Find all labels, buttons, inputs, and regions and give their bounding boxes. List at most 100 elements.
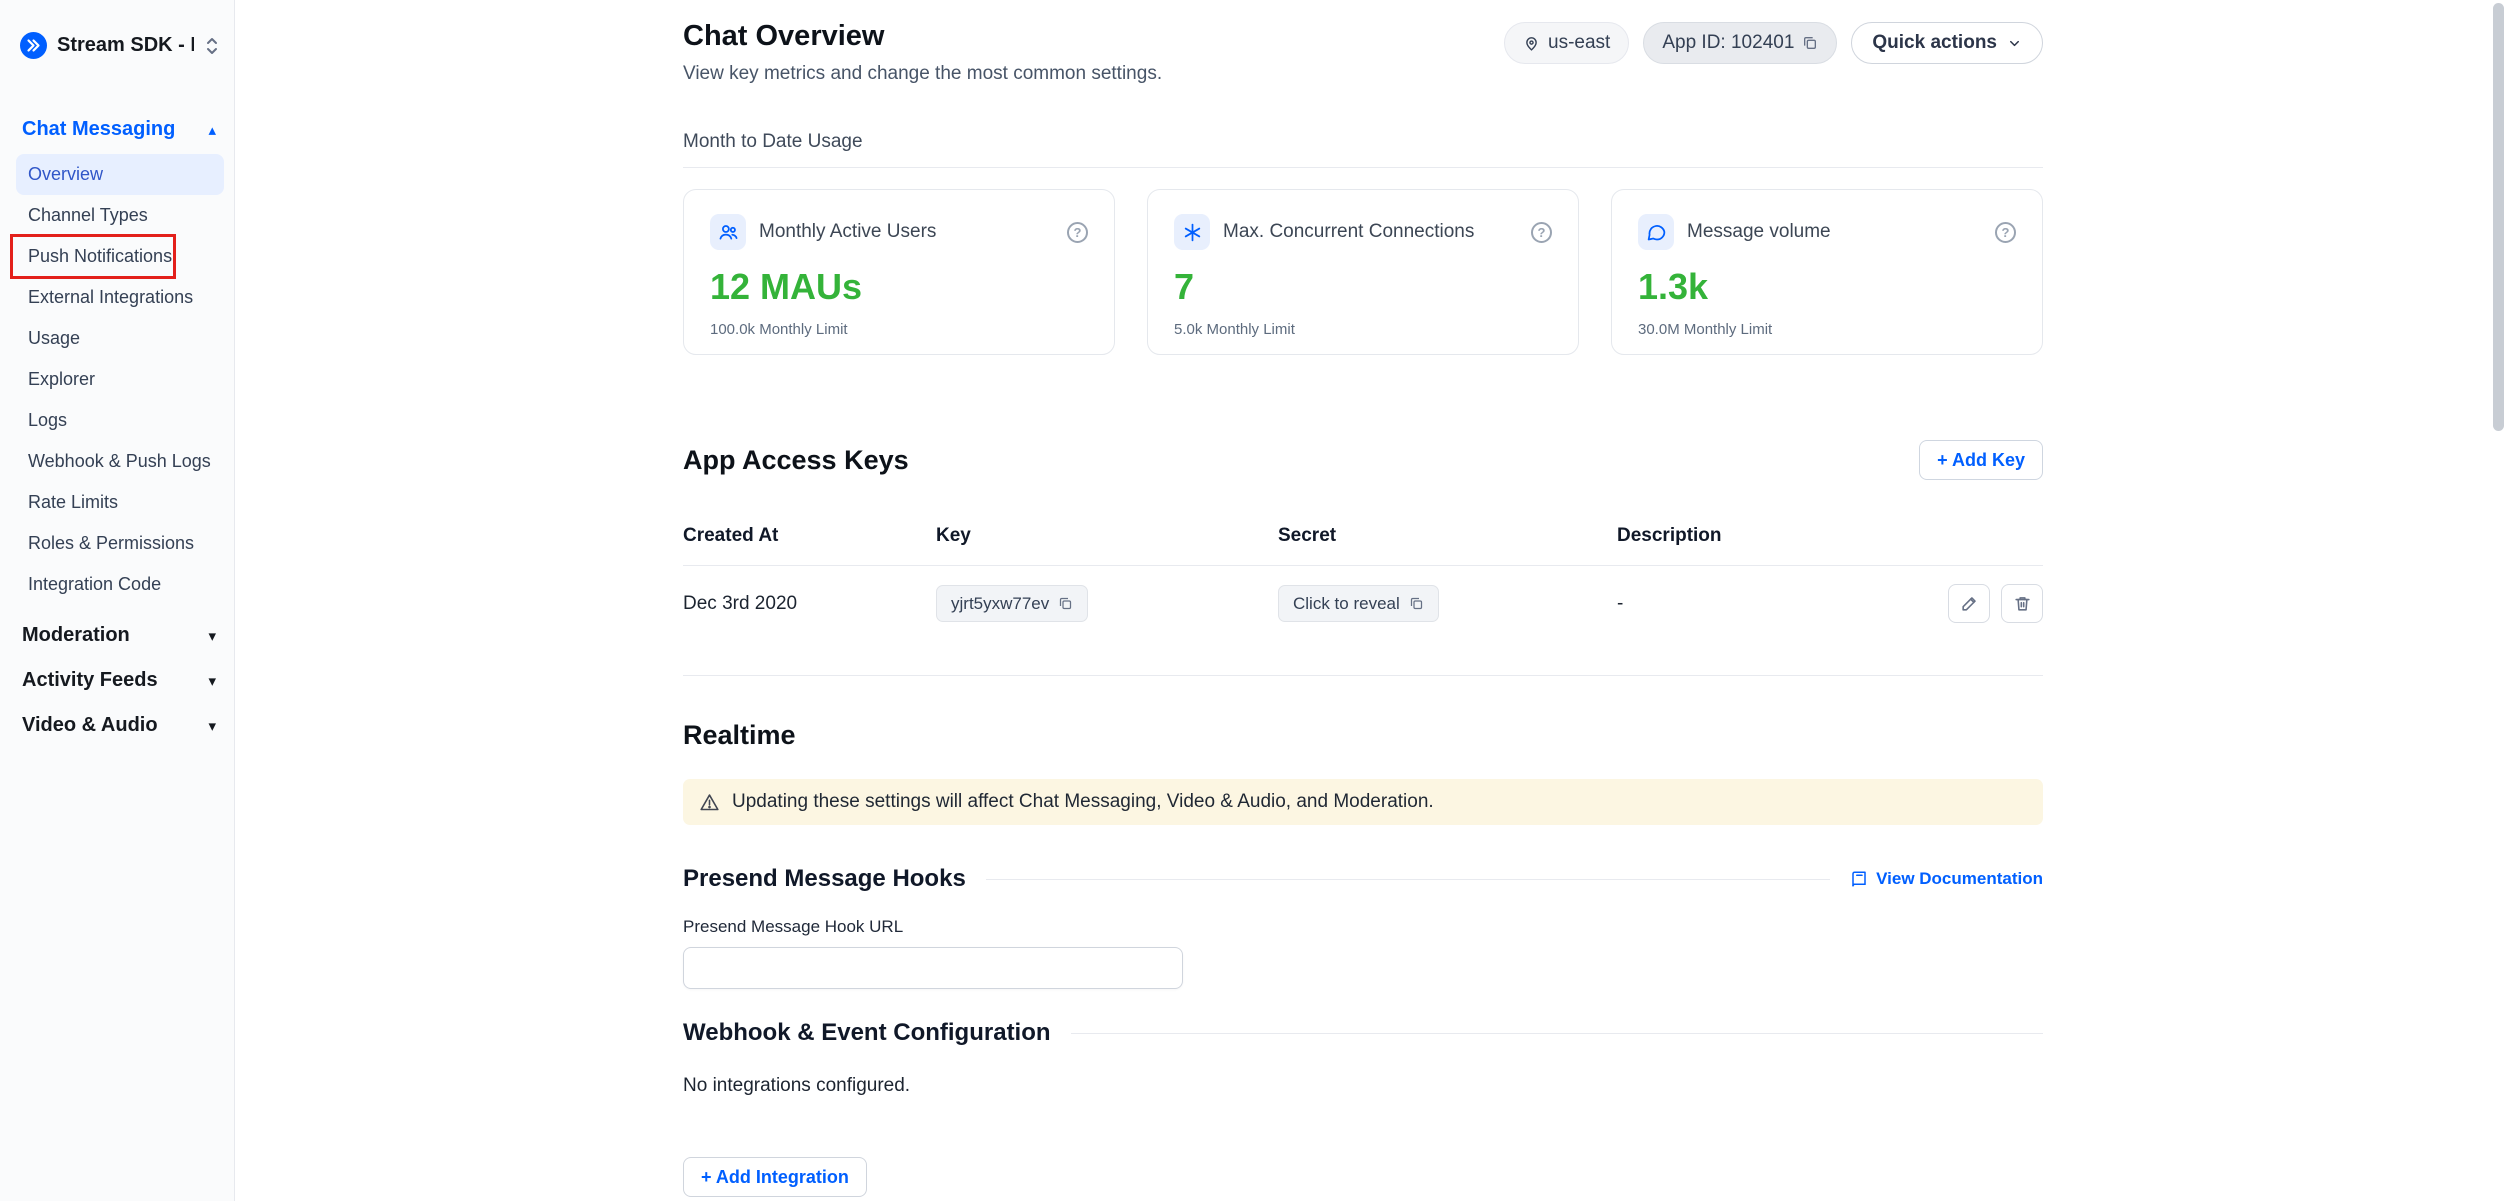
header-actions: us-east App ID: 102401 Quick actions — [1504, 22, 2043, 64]
chevron-down-icon — [2007, 36, 2022, 51]
card-message-volume: Message volume ? 1.3k 30.0M Monthly Limi… — [1611, 189, 2043, 355]
page-subtitle: View key metrics and change the most com… — [683, 63, 1162, 85]
chevron-down-icon: ▾ — [208, 627, 216, 645]
column-header-description: Description — [1617, 525, 1923, 547]
quick-actions-label: Quick actions — [1872, 32, 1997, 54]
card-value: 7 — [1174, 266, 1552, 308]
info-icon[interactable]: ? — [1067, 222, 1088, 243]
region-pill: us-east — [1504, 22, 1629, 64]
month-to-date-label: Month to Date Usage — [683, 131, 2043, 153]
page-content: Chat Overview View key metrics and chang… — [683, 0, 2043, 1201]
location-pin-icon — [1523, 35, 1540, 52]
app-id-label: App ID: 102401 — [1662, 32, 1794, 54]
workspace-select-icon — [204, 35, 220, 57]
card-value: 12 MAUs — [710, 266, 1088, 308]
view-documentation-label: View Documentation — [1876, 869, 2043, 889]
no-integrations-text: No integrations configured. — [683, 1075, 2043, 1097]
sidebar-nav: Chat Messaging ▴ Overview Channel Types … — [0, 107, 234, 748]
copy-icon[interactable] — [1409, 596, 1424, 611]
sidebar-item-integration-code[interactable]: Integration Code — [16, 564, 224, 605]
sidebar-item-explorer[interactable]: Explorer — [16, 359, 224, 400]
key-chip[interactable]: yjrt5yxw77ev — [936, 585, 1088, 622]
sidebar-item-label: Webhook & Push Logs — [28, 451, 211, 471]
app-window: Stream SDK - Rea... Chat Messaging ▴ Ove… — [0, 0, 2506, 1201]
warning-banner: Updating these settings will affect Chat… — [683, 779, 2043, 825]
add-key-button[interactable]: + Add Key — [1919, 440, 2043, 480]
usage-cards: Monthly Active Users ? 12 MAUs 100.0k Mo… — [683, 189, 2043, 355]
sidebar-item-label: Channel Types — [28, 205, 148, 225]
divider — [683, 167, 2043, 168]
sidebar-item-label: Logs — [28, 410, 67, 430]
secret-label: Click to reveal — [1293, 594, 1400, 614]
sidebar-item-external-integrations[interactable]: External Integrations — [16, 277, 224, 318]
sidebar-item-label: Overview — [28, 164, 103, 184]
presend-hook-url-input[interactable] — [683, 947, 1183, 989]
chevron-down-icon: ▾ — [208, 717, 216, 735]
copy-icon[interactable] — [1802, 35, 1818, 51]
info-icon[interactable]: ? — [1531, 222, 1552, 243]
edit-key-button[interactable] — [1948, 584, 1990, 623]
add-integration-button[interactable]: + Add Integration — [683, 1157, 867, 1197]
sidebar-item-label: Roles & Permissions — [28, 533, 194, 553]
quick-actions-button[interactable]: Quick actions — [1851, 22, 2043, 64]
description-cell: - — [1617, 593, 1923, 615]
divider — [1071, 1033, 2043, 1034]
sidebar-item-overview[interactable]: Overview — [16, 154, 224, 195]
page-title: Chat Overview — [683, 20, 1162, 53]
card-limit: 30.0M Monthly Limit — [1638, 321, 2016, 338]
workspace-switcher[interactable]: Stream SDK - Rea... — [0, 26, 234, 65]
sidebar-section-video-audio[interactable]: Video & Audio ▾ — [0, 703, 234, 748]
scrollbar[interactable] — [2493, 0, 2504, 1201]
divider — [986, 879, 1830, 880]
sidebar-section-activity-feeds[interactable]: Activity Feeds ▾ — [0, 658, 234, 703]
warning-text: Updating these settings will affect Chat… — [732, 791, 1434, 813]
message-icon — [1638, 214, 1674, 250]
sidebar-section-moderation[interactable]: Moderation ▾ — [0, 613, 234, 658]
main-area: Chat Overview View key metrics and chang… — [235, 0, 2506, 1201]
sidebar-item-label: Rate Limits — [28, 492, 118, 512]
sidebar-item-push-notifications[interactable]: Push Notifications — [16, 236, 224, 277]
copy-icon[interactable] — [1058, 596, 1073, 611]
delete-key-button[interactable] — [2001, 584, 2043, 623]
sidebar-item-label: Usage — [28, 328, 80, 348]
view-documentation-link[interactable]: View Documentation — [1850, 869, 2043, 889]
sidebar-item-channel-types[interactable]: Channel Types — [16, 195, 224, 236]
book-icon — [1850, 870, 1868, 888]
card-monthly-active-users: Monthly Active Users ? 12 MAUs 100.0k Mo… — [683, 189, 1115, 355]
key-value: yjrt5yxw77ev — [951, 594, 1049, 614]
card-limit: 5.0k Monthly Limit — [1174, 321, 1552, 338]
scrollbar-thumb[interactable] — [2493, 3, 2504, 431]
workspace-name: Stream SDK - Rea... — [57, 34, 194, 57]
table-row: Dec 3rd 2020 yjrt5yxw77ev Click to revea… — [683, 566, 2043, 641]
realtime-title: Realtime — [683, 720, 2043, 751]
section-label: Moderation — [22, 624, 130, 647]
presend-hook-url-label: Presend Message Hook URL — [683, 917, 2043, 937]
stream-logo-icon — [20, 32, 47, 59]
card-title: Max. Concurrent Connections — [1223, 221, 1518, 243]
sidebar-item-label: Integration Code — [28, 574, 161, 594]
pencil-icon — [1960, 594, 1979, 613]
page-header: Chat Overview View key metrics and chang… — [683, 20, 2043, 85]
secret-reveal-chip[interactable]: Click to reveal — [1278, 585, 1439, 622]
card-limit: 100.0k Monthly Limit — [710, 321, 1088, 338]
section-label: Activity Feeds — [22, 669, 158, 692]
created-at-cell: Dec 3rd 2020 — [683, 593, 936, 615]
sidebar: Stream SDK - Rea... Chat Messaging ▴ Ove… — [0, 0, 235, 1201]
info-icon[interactable]: ? — [1995, 222, 2016, 243]
sidebar-item-label: External Integrations — [28, 287, 193, 307]
sidebar-item-rate-limits[interactable]: Rate Limits — [16, 482, 224, 523]
column-header-secret: Secret — [1278, 525, 1617, 547]
access-keys-table: Created At Key Secret Description Dec 3r… — [683, 525, 2043, 641]
sidebar-section-chat-messaging[interactable]: Chat Messaging ▴ — [0, 107, 234, 152]
card-title: Monthly Active Users — [759, 221, 1054, 243]
webhook-config-title: Webhook & Event Configuration — [683, 1019, 1051, 1047]
chat-messaging-items: Overview Channel Types Push Notification… — [0, 154, 234, 605]
sidebar-item-webhook-push-logs[interactable]: Webhook & Push Logs — [16, 441, 224, 482]
app-id-pill[interactable]: App ID: 102401 — [1643, 22, 1837, 64]
card-value: 1.3k — [1638, 266, 2016, 308]
region-label: us-east — [1548, 32, 1610, 54]
sidebar-item-usage[interactable]: Usage — [16, 318, 224, 359]
card-max-concurrent-connections: Max. Concurrent Connections ? 7 5.0k Mon… — [1147, 189, 1579, 355]
sidebar-item-logs[interactable]: Logs — [16, 400, 224, 441]
sidebar-item-roles-permissions[interactable]: Roles & Permissions — [16, 523, 224, 564]
